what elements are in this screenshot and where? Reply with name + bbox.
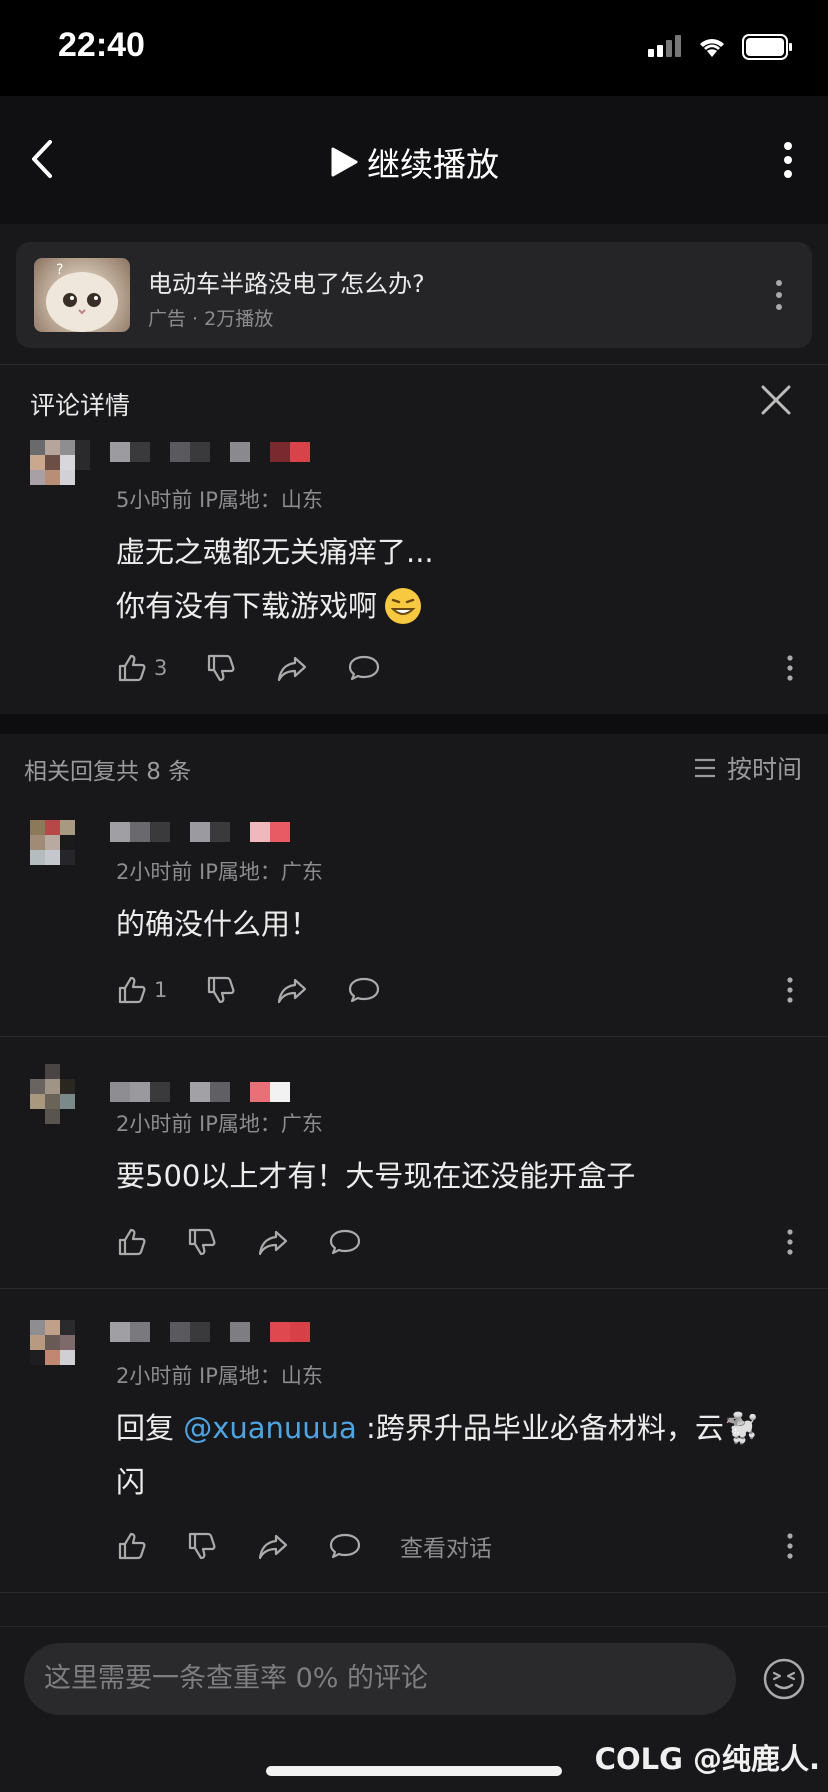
- reply-text-line1: 回复 @xuanuuua :跨界升品毕业必备材料，云🐩: [116, 1402, 760, 1454]
- comment-input[interactable]: 这里需要一条查重率 0% 的评论: [24, 1643, 736, 1715]
- share-button[interactable]: [256, 1530, 290, 1562]
- reply-text: 的确没什么用！: [116, 907, 320, 941]
- dislike-button[interactable]: [186, 1530, 218, 1562]
- reply-button[interactable]: [328, 1226, 362, 1258]
- replies-count: 相关回复共 8 条: [24, 759, 192, 785]
- dislike-button[interactable]: [205, 652, 237, 684]
- reply-text-line2: 闪: [116, 1465, 146, 1499]
- avatar[interactable]: [30, 1320, 90, 1380]
- like-count: 1: [154, 978, 168, 1002]
- share-button[interactable]: [275, 652, 309, 684]
- nav-title: 继续播放: [367, 145, 499, 184]
- sort-button[interactable]: 按时间: [693, 750, 802, 786]
- avatar[interactable]: [30, 820, 90, 880]
- ad-card[interactable]: ? 电动车半路没电了怎么办? 广告 · 2万播放: [16, 242, 812, 348]
- comment-text-line2-text: 你有没有下载游戏啊: [116, 589, 378, 623]
- comment-bubble-icon: [349, 977, 380, 1003]
- sort-label: 按时间: [726, 755, 802, 784]
- comment-bubble-icon: [329, 1229, 361, 1255]
- username-blurred[interactable]: [110, 822, 290, 842]
- reply-actions: 1: [116, 970, 419, 1010]
- status-bar: 22:40: [0, 0, 828, 96]
- share-icon: [258, 1230, 288, 1256]
- mention-link[interactable]: @xuanuuua: [183, 1411, 357, 1445]
- reply-meta: 2小时前 IP属地：广东: [116, 860, 323, 884]
- ad-subtitle: 广告 · 2万播放: [148, 308, 274, 330]
- thumbs-up-icon: [118, 1228, 146, 1256]
- thumbs-up-icon: [118, 654, 146, 682]
- share-button[interactable]: [256, 1226, 290, 1258]
- reply-button[interactable]: [347, 974, 381, 1006]
- share-icon: [278, 978, 307, 1004]
- reply-prefix: 回复: [116, 1411, 184, 1445]
- like-button[interactable]: [116, 1226, 148, 1258]
- avatar[interactable]: [30, 1064, 90, 1124]
- detail-title: 评论详情: [30, 391, 131, 420]
- reply-more-icon[interactable]: [786, 1532, 794, 1560]
- close-icon[interactable]: [760, 384, 792, 416]
- reply-button[interactable]: [328, 1530, 362, 1562]
- reply-button[interactable]: [347, 652, 381, 684]
- thumbs-down-icon: [208, 654, 235, 682]
- comment-actions: 3: [116, 648, 419, 688]
- like-button[interactable]: 3: [116, 652, 167, 684]
- comment-text-line1: 虚无之魂都无关痛痒了...: [116, 535, 434, 569]
- comment-meta: 5小时前 IP属地：山东: [116, 488, 323, 512]
- reply-text: :跨界升品毕业必备材料，云🐩: [356, 1411, 760, 1445]
- ad-title: 电动车半路没电了怎么办?: [148, 270, 425, 298]
- reply-more-icon[interactable]: [786, 1228, 794, 1256]
- reply-more-icon[interactable]: [786, 976, 794, 1004]
- watermark: COLG @纯鹿人.: [594, 1742, 820, 1776]
- share-icon: [278, 656, 307, 682]
- thumbs-down-icon: [188, 1228, 216, 1256]
- reply-text: 要500以上才有！大号现在还没能开盒子: [116, 1159, 636, 1193]
- grin-emoji-icon: [385, 588, 422, 624]
- ad-more-icon[interactable]: [774, 278, 784, 312]
- thumbs-down-icon: [188, 1532, 216, 1560]
- username-blurred[interactable]: [110, 1322, 310, 1342]
- like-button[interactable]: 1: [116, 974, 167, 1006]
- reply-meta: 2小时前 IP属地：广东: [116, 1112, 323, 1136]
- signal-icon: [648, 35, 681, 57]
- reply-meta: 2小时前 IP属地：山东: [116, 1364, 323, 1388]
- reply-actions: [116, 1222, 400, 1262]
- list-icon: [694, 758, 715, 778]
- like-count: 3: [154, 656, 168, 680]
- divider: [0, 1036, 828, 1037]
- dislike-button[interactable]: [186, 1226, 218, 1258]
- view-conversation-label: 查看对话: [400, 1536, 492, 1562]
- thumbs-up-icon: [118, 1532, 146, 1560]
- divider: [0, 1592, 828, 1593]
- status-time: 22:40: [58, 26, 145, 64]
- like-button[interactable]: [116, 1530, 148, 1562]
- comment-more-icon[interactable]: [786, 654, 794, 682]
- share-icon: [258, 1534, 288, 1560]
- thumbs-up-icon: [118, 976, 146, 1004]
- divider: [0, 1288, 828, 1289]
- avatar[interactable]: [30, 440, 90, 500]
- status-icons: [648, 34, 794, 60]
- battery-icon: [742, 34, 792, 60]
- comment-text-line2: 你有没有下载游戏啊: [116, 580, 423, 632]
- more-vertical-icon[interactable]: [776, 140, 800, 180]
- home-indicator: [266, 1766, 562, 1776]
- comment-bubble-icon: [349, 655, 380, 681]
- thumbs-down-icon: [208, 976, 235, 1004]
- comment-bubble-icon: [329, 1533, 361, 1559]
- dislike-button[interactable]: [205, 974, 237, 1006]
- play-icon: [331, 147, 358, 177]
- view-conversation-link[interactable]: 查看对话: [400, 1529, 492, 1563]
- emoji-icon[interactable]: [762, 1657, 806, 1701]
- username-blurred[interactable]: [110, 1082, 290, 1102]
- wifi-icon: [700, 39, 724, 57]
- divider: [0, 364, 828, 365]
- ad-thumbnail: ?: [34, 258, 130, 332]
- continue-playing-button[interactable]: 继续播放: [0, 138, 828, 186]
- username-blurred[interactable]: [110, 442, 310, 462]
- share-button[interactable]: [275, 974, 309, 1006]
- reply-actions: 查看对话: [116, 1526, 530, 1566]
- nav-bar: 继续播放: [0, 96, 828, 224]
- svg-text:?: ?: [56, 262, 63, 278]
- section-separator: [0, 714, 828, 734]
